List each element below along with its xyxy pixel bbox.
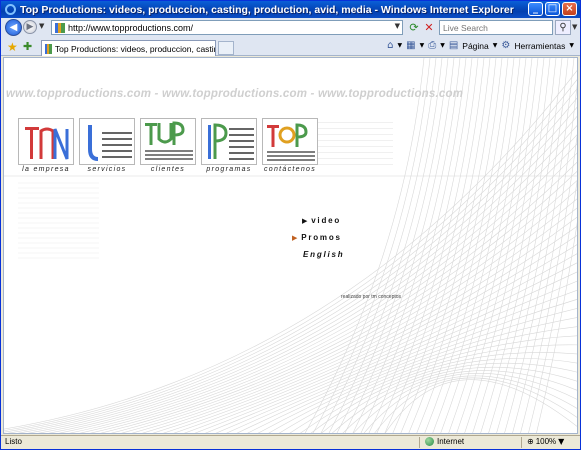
clientes-caption[interactable]: clientes [151,166,185,173]
tools-gear-icon: ⚙ [501,40,511,51]
la-empresa-caption[interactable]: la empresa [22,166,70,173]
clientes-logo[interactable] [140,118,196,165]
menu-video[interactable]: ▶ video [302,216,341,225]
refresh-button[interactable]: ⟳ [407,20,421,35]
site-favicon-icon [55,22,65,33]
status-bar: Listo Internet ⊕ 100% ▼ [1,435,580,449]
contactenos-logo[interactable] [262,118,318,165]
minimize-button[interactable]: _ [528,2,543,16]
section-programas[interactable]: programas [201,118,257,173]
tab-favicon-icon [45,43,52,54]
zoom-control[interactable]: ⊕ 100% ▼ [527,437,564,446]
search-options-dropdown-icon[interactable]: ▼ [572,23,577,31]
zoom-dropdown-icon[interactable]: ▼ [558,437,564,446]
search-box[interactable] [439,20,553,35]
section-la-empresa[interactable]: la empresa [18,118,74,173]
tab-label: Top Productions: videos, produccion, cas… [54,43,215,54]
search-button[interactable]: ⚲ [555,20,571,35]
address-url[interactable]: http://www.topproductions.com/ [68,23,193,33]
ie-logo-icon [5,4,16,15]
section-logos: la empresa servicios clientes programas … [18,118,318,173]
home-dropdown-icon[interactable]: ▼ [398,42,403,49]
recent-pages-dropdown[interactable]: ▼ [39,22,44,30]
tools-menu[interactable]: Herramientas [514,41,565,51]
la-empresa-logo[interactable] [18,118,74,165]
menu-promos-label[interactable]: Promos [301,233,342,242]
favorites-star-icon[interactable]: ★ [7,40,18,54]
close-button[interactable]: × [562,2,577,16]
zone-label: Internet [437,437,465,446]
page-icon: ▤ [448,40,459,51]
menu-english[interactable]: English [303,250,345,259]
status-text: Listo [5,437,22,446]
status-separator [521,437,522,448]
new-tab-button[interactable] [218,41,234,55]
window-title: Top Productions: videos, produccion, cas… [20,3,514,16]
home-icon[interactable]: ⌂ [387,40,393,51]
menu-video-label[interactable]: video [311,216,341,225]
section-servicios[interactable]: servicios [79,118,135,173]
section-clientes[interactable]: clientes [140,118,196,173]
print-dropdown-icon[interactable]: ▼ [440,42,445,49]
tab-active[interactable]: Top Productions: videos, produccion, cas… [41,40,216,56]
zoom-level: 100% [535,437,557,446]
site-banner: www.topproductions.com - www.topproducti… [6,88,464,100]
address-dropdown-icon[interactable]: ▼ [395,22,400,30]
menu-promos[interactable]: ▶ Promos [292,233,342,242]
menu-english-label[interactable]: English [303,250,345,259]
feeds-dropdown-icon[interactable]: ▼ [420,42,425,49]
video-arrow-icon: ▶ [302,217,310,225]
zoom-magnifier-icon: ⊕ [527,437,534,446]
search-input[interactable] [440,21,552,34]
tab-bar: ★ ✚ Top Productions: videos, produccion,… [1,38,580,56]
internet-globe-icon [425,437,434,446]
page-viewport: www.topproductions.com - www.topproducti… [3,57,578,434]
title-bar[interactable]: Top Productions: videos, produccion, cas… [1,1,580,18]
tools-dropdown-icon[interactable]: ▼ [569,42,574,49]
credit-text[interactable]: realizado por tm conceptos [341,294,401,300]
feeds-icon[interactable]: ▦ [406,40,415,51]
status-separator [419,437,420,448]
add-favorites-icon[interactable]: ✚ [23,40,32,53]
back-button[interactable]: ◀ [5,19,22,36]
page-menu[interactable]: Página [462,41,488,51]
servicios-caption[interactable]: servicios [88,166,127,173]
navigation-bar: ◀ ▶ ▼ http://www.topproductions.com/ ▼ ⟳… [1,18,580,38]
servicios-logo[interactable] [79,118,135,165]
window-controls: _ □ × [528,2,577,16]
page-dropdown-icon[interactable]: ▼ [493,42,498,49]
section-contactenos[interactable]: contáctenos [262,118,318,173]
maximize-button[interactable]: □ [545,2,560,16]
contactenos-caption[interactable]: contáctenos [264,166,316,173]
promos-arrow-icon: ▶ [292,234,300,242]
browser-window: Top Productions: videos, produccion, cas… [0,0,581,450]
perspective-grid-background [4,58,577,433]
security-zone[interactable]: Internet [425,437,464,446]
command-bar: ⌂ ▼ ▦ ▼ ⎙ ▼ ▤ Página ▼ ⚙ Herramientas ▼ [387,40,574,51]
address-bar[interactable]: http://www.topproductions.com/ ▼ [51,20,403,35]
programas-caption[interactable]: programas [206,166,251,173]
programas-logo[interactable] [201,118,257,165]
print-icon[interactable]: ⎙ [428,40,436,51]
decorative-strip [318,118,393,165]
forward-button[interactable]: ▶ [23,20,37,34]
stop-button[interactable]: ✕ [422,20,436,35]
